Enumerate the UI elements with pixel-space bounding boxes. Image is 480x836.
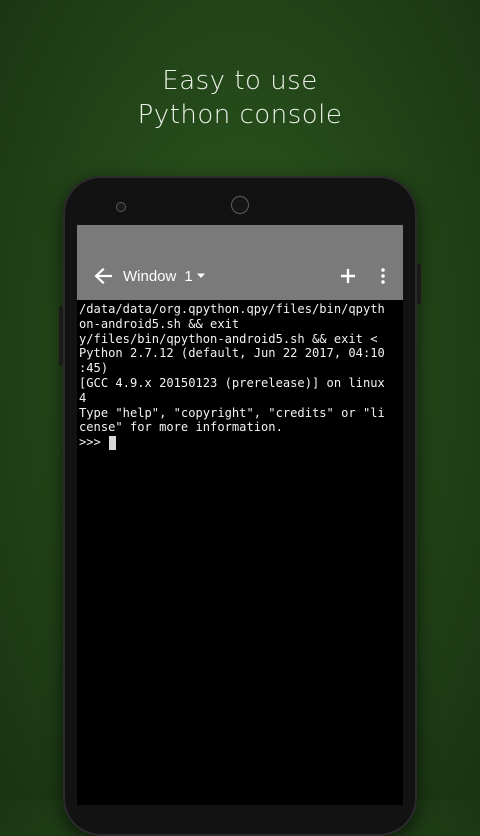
- terminal-line: [GCC 4.9.x 20150123 (prerelease)] on lin…: [79, 375, 385, 390]
- more-vert-icon: [381, 268, 385, 284]
- text-cursor: [109, 435, 117, 450]
- headline-line-1: Easy to use: [162, 66, 318, 96]
- window-number: 1: [184, 267, 193, 285]
- terminal-line: 4: [79, 390, 87, 405]
- status-bar: [77, 225, 403, 252]
- back-button[interactable]: [91, 264, 115, 288]
- terminal-line: y/files/bin/qpython-android5.sh && exit …: [79, 331, 378, 346]
- headline-line-2: Python console: [137, 100, 343, 130]
- terminal-prompt-row[interactable]: >>>: [79, 435, 401, 450]
- caret-down-icon: [196, 273, 205, 278]
- terminal-line: :45): [79, 361, 109, 376]
- volume-button: [417, 264, 421, 304]
- proximity-sensor: [116, 202, 126, 212]
- phone-frame: Window 1 /data/data/org.qpython.qpy/file…: [59, 176, 421, 836]
- plus-icon: [341, 269, 355, 283]
- terminal-output[interactable]: /data/data/org.qpython.qpy/files/bin/qpy…: [77, 300, 403, 450]
- terminal-line: Type "help", "copyright", "credits" or "…: [79, 405, 385, 420]
- terminal-line: cense" for more information.: [79, 420, 283, 435]
- front-camera: [231, 196, 249, 214]
- window-selector[interactable]: Window 1: [123, 264, 206, 288]
- terminal-line: Python 2.7.12 (default, Jun 22 2017, 04:…: [79, 346, 385, 361]
- terminal-line: on-android5.sh && exit: [79, 316, 240, 331]
- more-options-button[interactable]: [371, 264, 395, 288]
- phone-screen: Window 1 /data/data/org.qpython.qpy/file…: [77, 225, 403, 805]
- terminal-prompt: >>>: [79, 435, 109, 450]
- window-label: Window: [123, 267, 177, 285]
- add-window-button[interactable]: [336, 264, 360, 288]
- side-button: [59, 306, 63, 366]
- app-toolbar: Window 1: [77, 252, 403, 300]
- promo-headline: Easy to use Python console: [0, 64, 480, 132]
- terminal-line: /data/data/org.qpython.qpy/files/bin/qpy…: [79, 302, 385, 316]
- arrow-left-icon: [94, 268, 112, 284]
